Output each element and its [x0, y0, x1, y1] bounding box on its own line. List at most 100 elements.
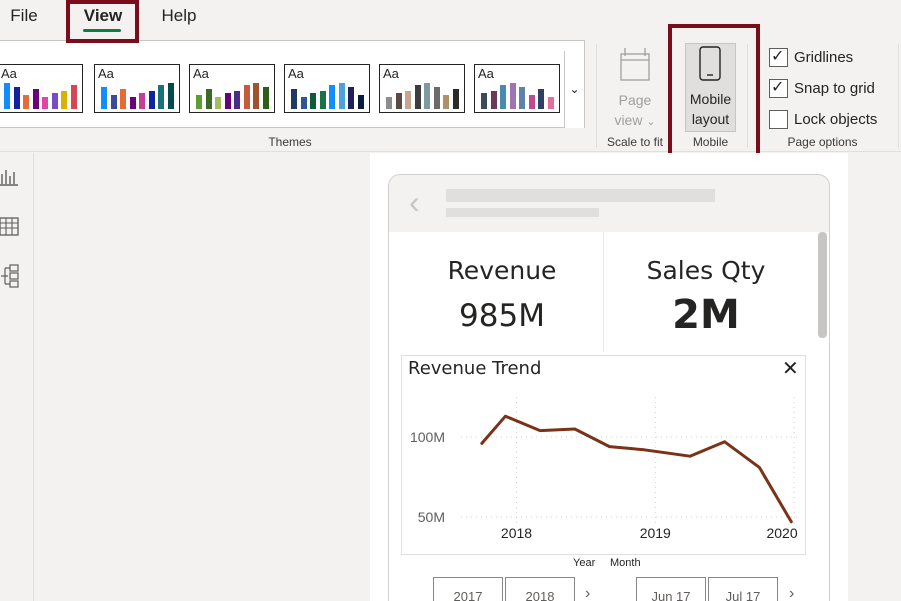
theme-sample-text: Aa [383, 66, 399, 81]
y-tick-label: 100M [410, 429, 445, 445]
phone-scrollbar[interactable] [818, 232, 827, 338]
theme-color-bar [148, 91, 155, 109]
theme-swatch[interactable]: Aa [379, 64, 465, 113]
theme-color-bar [158, 85, 164, 109]
theme-color-bar [329, 85, 335, 109]
page-view-button[interactable]: Page view ⌄ [610, 90, 660, 132]
theme-color-bar [23, 95, 29, 109]
ribbon: Aa Aa Aa Aa Aa Aa ⌄ Themes Page view ⌄ Scale … [0, 24, 901, 159]
theme-color-bar [547, 97, 554, 109]
theme-color-bar [243, 85, 250, 109]
theme-color-bar [224, 93, 231, 109]
theme-color-bar [528, 95, 535, 109]
theme-swatch[interactable]: Aa [94, 64, 180, 113]
month-slicer-tile[interactable]: Jul 17 [708, 577, 778, 601]
theme-color-bar [538, 89, 544, 109]
month-slicer-tile[interactable]: Jun 17 [636, 577, 706, 601]
page-options-group-label: Page options [787, 135, 858, 149]
menu-help[interactable]: Help [152, 0, 206, 36]
month-slicer-label: Month [610, 557, 641, 569]
phone-header [388, 174, 830, 232]
theme-color-bar [348, 87, 354, 109]
y-tick-label: 50M [418, 509, 445, 525]
theme-color-bar [70, 85, 77, 109]
card-title: Revenue [447, 256, 557, 285]
theme-sample-text: Aa [478, 66, 494, 81]
year-slicer-tile[interactable]: 2017 [433, 577, 503, 601]
ribbon-separator [596, 44, 597, 148]
theme-color-bar [291, 89, 297, 109]
theme-color-bar [4, 83, 10, 109]
theme-color-bar [424, 83, 430, 109]
theme-color-bar [433, 87, 440, 109]
theme-swatch[interactable]: Aa [284, 64, 370, 113]
revenue-card[interactable]: Revenue 985M [389, 242, 615, 352]
chart-plot: 100M 50M 2018 2019 2020 [410, 397, 801, 541]
chevron-right-icon[interactable]: › [585, 585, 590, 601]
theme-color-bar [414, 85, 421, 109]
theme-color-bar [443, 95, 449, 109]
theme-swatch[interactable]: Aa [189, 64, 275, 113]
card-value: 2M [672, 292, 740, 338]
theme-color-bar [42, 97, 48, 109]
ribbon-separator [898, 44, 899, 148]
theme-sample-text: Aa [193, 66, 209, 81]
mobile-highlight-frame [668, 24, 760, 159]
theme-color-bar [51, 93, 58, 109]
theme-color-bar [509, 83, 516, 109]
themes-group-label: Themes [268, 135, 312, 149]
checkbox-box [769, 110, 788, 129]
menu-file[interactable]: File [0, 0, 48, 36]
theme-color-bar [481, 93, 487, 109]
theme-color-bar [61, 91, 67, 109]
chevron-right-icon[interactable]: › [789, 585, 794, 601]
theme-color-bar [32, 89, 39, 109]
theme-color-bar [357, 95, 364, 109]
theme-sample-text: Aa [1, 66, 17, 81]
header-placeholder-title [446, 189, 715, 202]
theme-sample-text: Aa [288, 66, 304, 81]
theme-color-bar [386, 97, 392, 109]
checkmark-icon: ✓ [771, 48, 785, 65]
view-highlight-frame [66, 0, 139, 43]
x-tick-label: 2020 [766, 525, 797, 541]
page-view-icon [617, 46, 655, 84]
theme-color-bar [319, 91, 326, 109]
theme-color-bar [101, 87, 107, 109]
theme-color-bar [129, 97, 136, 109]
theme-color-bar [262, 87, 269, 109]
year-slicer-tile[interactable]: 2018 [505, 577, 575, 601]
theme-color-bar [13, 87, 20, 109]
card-value: 985M [459, 298, 545, 334]
theme-color-bar [300, 97, 307, 109]
theme-color-bar [519, 87, 525, 109]
theme-color-bar [310, 93, 316, 109]
year-slicer-label: Year [573, 557, 596, 569]
theme-color-bar [215, 97, 221, 109]
themes-dropdown-button[interactable]: ⌄ [564, 51, 584, 128]
chevron-down-icon: ⌄ [646, 116, 656, 128]
revenue-series-line [480, 414, 793, 524]
theme-color-bar [205, 89, 212, 109]
theme-sample-text: Aa [98, 66, 114, 81]
sales-qty-card[interactable]: Sales Qty 2M [593, 242, 819, 352]
table-view-icon[interactable] [0, 216, 20, 238]
checkbox-box: ✓ [769, 48, 788, 67]
theme-color-bar [500, 85, 506, 109]
page-view-label: Page [618, 92, 652, 108]
theme-color-bar [338, 83, 345, 109]
model-view-icon[interactable] [0, 264, 20, 288]
report-view-icon[interactable] [0, 166, 20, 188]
back-arrow-icon[interactable]: ‹ [409, 184, 420, 220]
theme-swatch[interactable]: Aa [0, 64, 83, 113]
themes-gallery: Aa Aa Aa Aa Aa Aa ⌄ [0, 40, 585, 128]
theme-color-bar [395, 93, 402, 109]
theme-color-bar [110, 95, 117, 109]
theme-color-bar [405, 91, 411, 109]
chevron-down-icon: ⌄ [569, 82, 580, 96]
header-placeholder-subtitle [446, 208, 599, 217]
theme-color-bar [167, 83, 174, 109]
theme-swatch[interactable]: Aa [474, 64, 560, 113]
x-tick-label: 2019 [640, 525, 671, 541]
theme-color-bar [253, 83, 259, 109]
